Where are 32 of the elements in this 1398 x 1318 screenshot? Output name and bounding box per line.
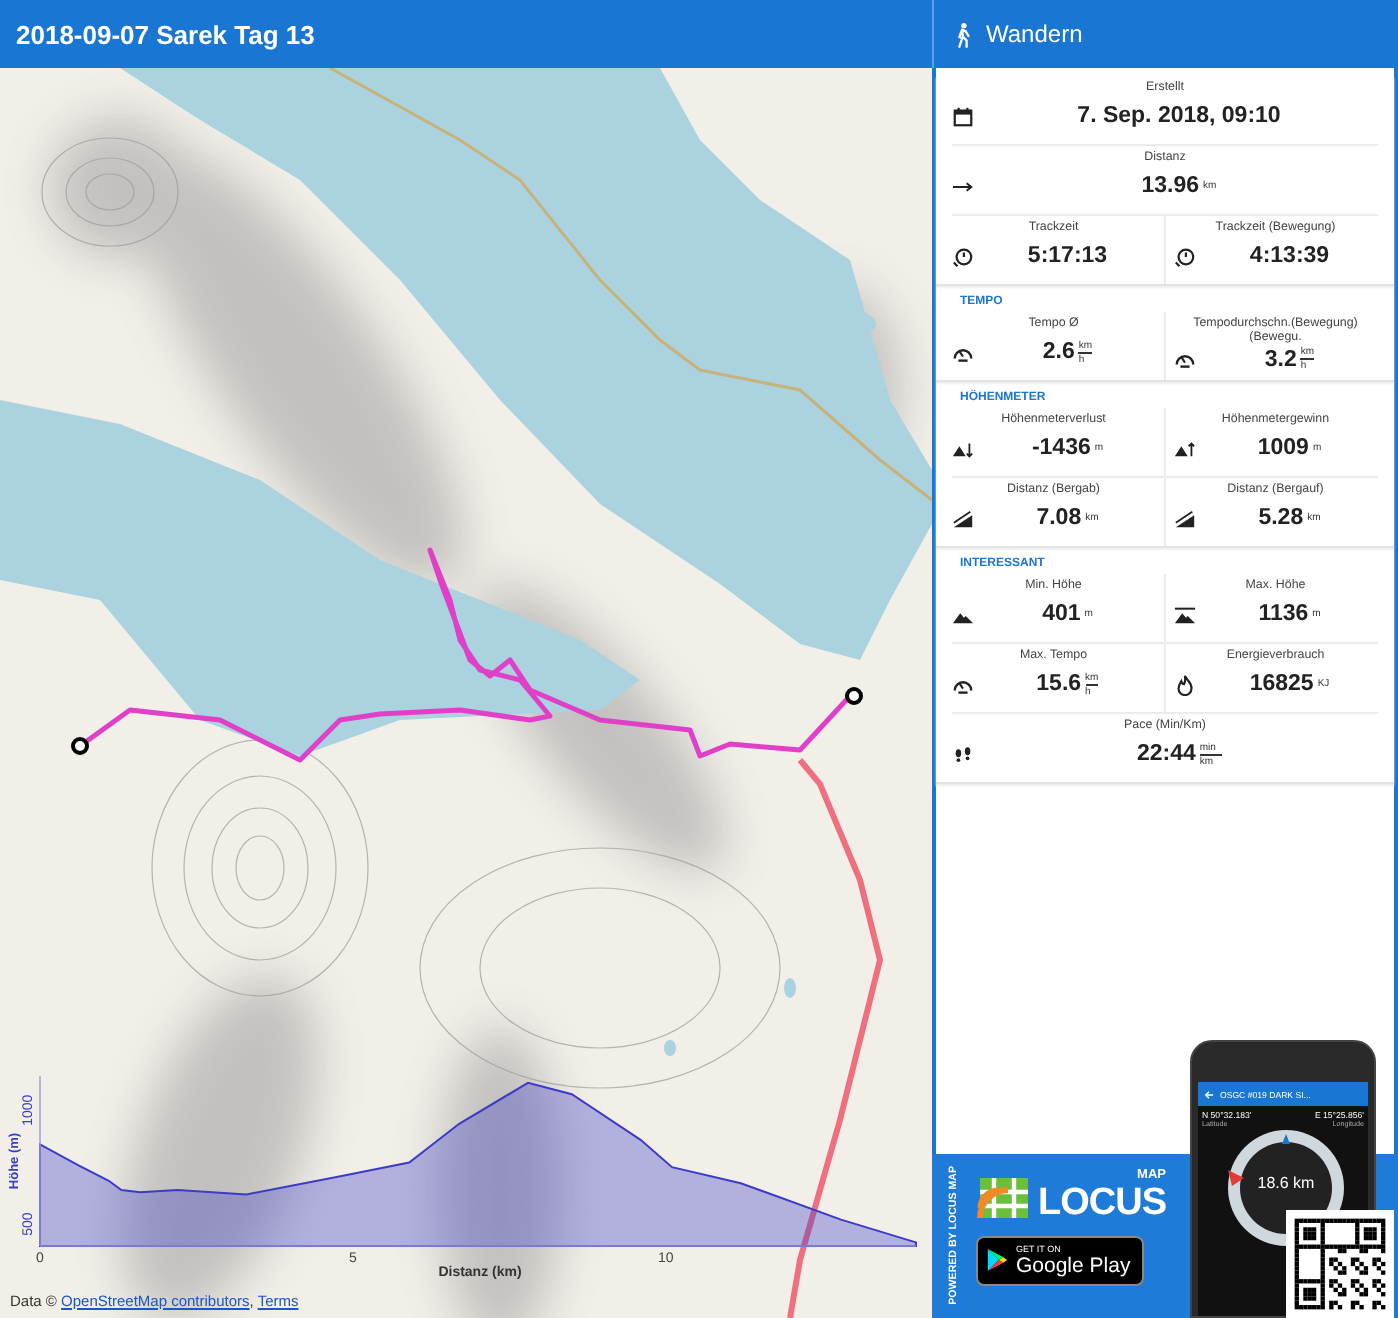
mountain-bar-icon [1173,603,1195,626]
stat-value: -1436 [1031,436,1091,461]
stat-value: 2.6 [1042,340,1075,365]
stat-value: 7. Sep. 2018, 09:10 [1077,104,1281,129]
play-triangle-icon [986,1248,1008,1272]
phone-distance: 18.6 km [1255,1174,1317,1192]
flame-icon [1173,673,1195,696]
stat-value: 1009 [1257,436,1309,461]
stat-value: 5:17:13 [1027,244,1108,269]
stat-value: 7.08 [1036,506,1082,531]
calendar-icon [952,105,974,128]
logo-text: LOCUS [1038,1183,1166,1221]
stat-value: 16825 [1249,672,1314,697]
map-title: 2018-09-07 Sarek Tag 13 [16,19,315,49]
hiker-icon [954,21,972,47]
back-arrow-icon [1204,1089,1214,1099]
activity-title: Wandern [986,20,1083,48]
stopwatch-icon [1173,245,1195,268]
stat-value: 13.96 [1141,174,1200,199]
stat-value: 22:44 [1136,742,1196,767]
stat-value: 401 [1042,602,1081,627]
footprints-icon [952,743,974,766]
stat-value: 4:13:39 [1249,244,1330,269]
stat-value: 5.28 [1258,506,1304,531]
stopwatch-icon [952,245,974,268]
slope-icon [1173,507,1195,530]
map-tile-logo-icon [976,1173,1032,1221]
stat-value: 1136 [1258,602,1309,627]
stat-value: 15.6 [1036,672,1082,697]
stat-value: 3.2 [1264,347,1297,372]
mountain-arrow-icon [1173,437,1195,460]
slope-icon [952,507,974,530]
